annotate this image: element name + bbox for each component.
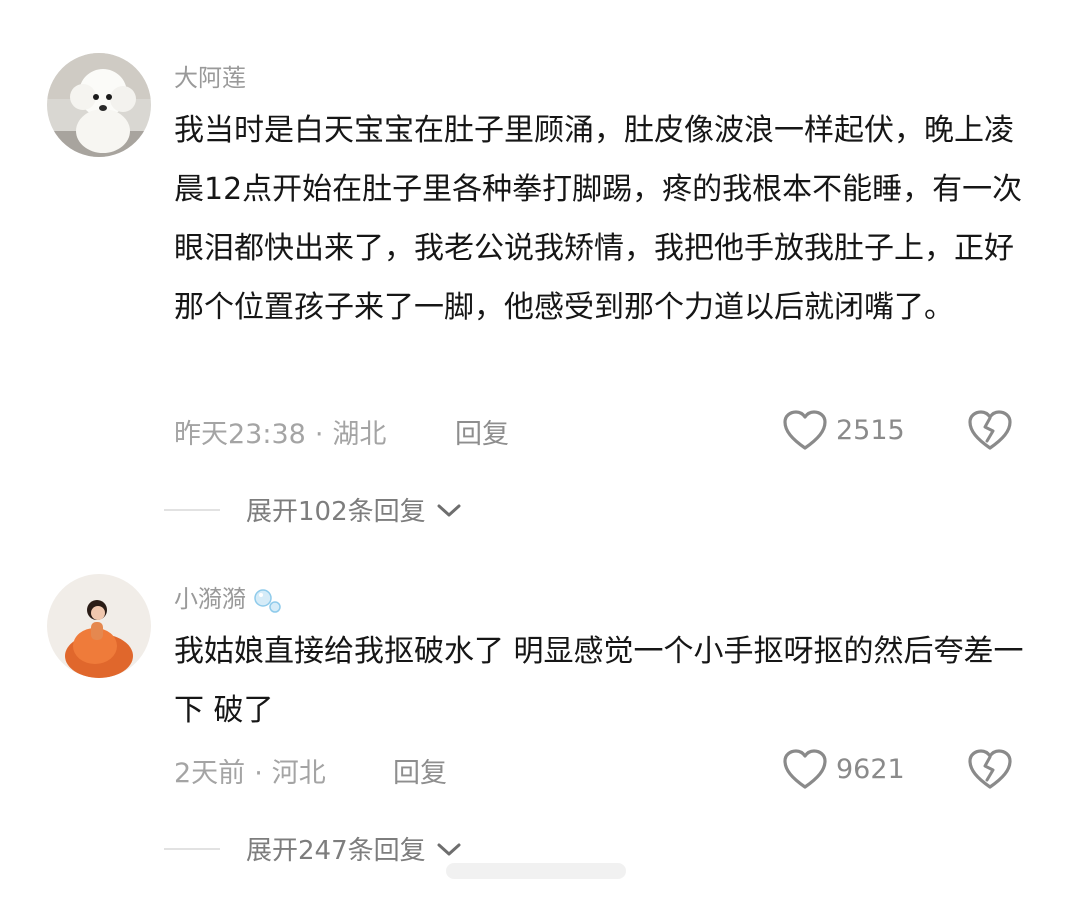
expand-replies-button[interactable]: 展开102条回复 — [164, 491, 464, 528]
poodle-avatar-icon — [47, 53, 151, 157]
watermark-icon — [446, 863, 626, 879]
like-count: 9621 — [836, 753, 905, 785]
like-button[interactable]: 9621 — [782, 748, 905, 790]
location: 河北 — [271, 758, 326, 789]
dislike-button[interactable] — [967, 748, 1013, 794]
comment-meta: 昨天23:38 · 湖北 — [174, 412, 386, 451]
bubbles-icon — [253, 589, 281, 613]
expand-replies-label: 展开102条回复 — [246, 497, 426, 527]
timestamp: 2天前 — [174, 758, 246, 789]
chevron-down-icon — [437, 504, 461, 516]
divider-line — [164, 847, 220, 850]
location: 湖北 — [332, 419, 387, 450]
expand-replies-button[interactable]: 展开247条回复 — [164, 830, 464, 867]
username[interactable]: 大阿莲 — [174, 58, 246, 93]
like-button[interactable]: 2515 — [782, 409, 905, 451]
broken-heart-icon — [968, 749, 1012, 789]
heart-icon — [783, 410, 827, 450]
avatar[interactable] — [47, 574, 151, 678]
watermark — [446, 857, 626, 889]
comment-text: 我姑娘直接给我抠破水了 明显感觉一个小手抠呀抠的然后夸差一下 破了 — [174, 634, 1024, 728]
reply-button[interactable]: 回复 — [393, 751, 447, 790]
meta-separator: · — [254, 758, 263, 789]
username[interactable]: 小漪漪 — [174, 579, 282, 615]
username-text: 小漪漪 — [174, 585, 246, 613]
comment-meta: 2天前 · 河北 — [174, 751, 326, 790]
reply-button[interactable]: 回复 — [455, 412, 509, 451]
expand-replies-label: 展开247条回复 — [246, 836, 426, 866]
broken-heart-icon — [968, 410, 1012, 450]
heart-icon — [783, 749, 827, 789]
chevron-down-icon — [437, 843, 461, 855]
timestamp: 昨天23:38 — [174, 419, 306, 450]
meta-separator: · — [314, 419, 324, 450]
woman-avatar-icon — [47, 574, 151, 678]
divider-line — [164, 508, 220, 511]
like-count: 2515 — [836, 414, 905, 446]
dislike-button[interactable] — [967, 409, 1013, 455]
comment-text: 我当时是白天宝宝在肚子里顾涌，肚皮像波浪一样起伏，晚上凌晨12点开始在肚子里各种… — [174, 113, 1023, 325]
avatar[interactable] — [47, 53, 151, 157]
